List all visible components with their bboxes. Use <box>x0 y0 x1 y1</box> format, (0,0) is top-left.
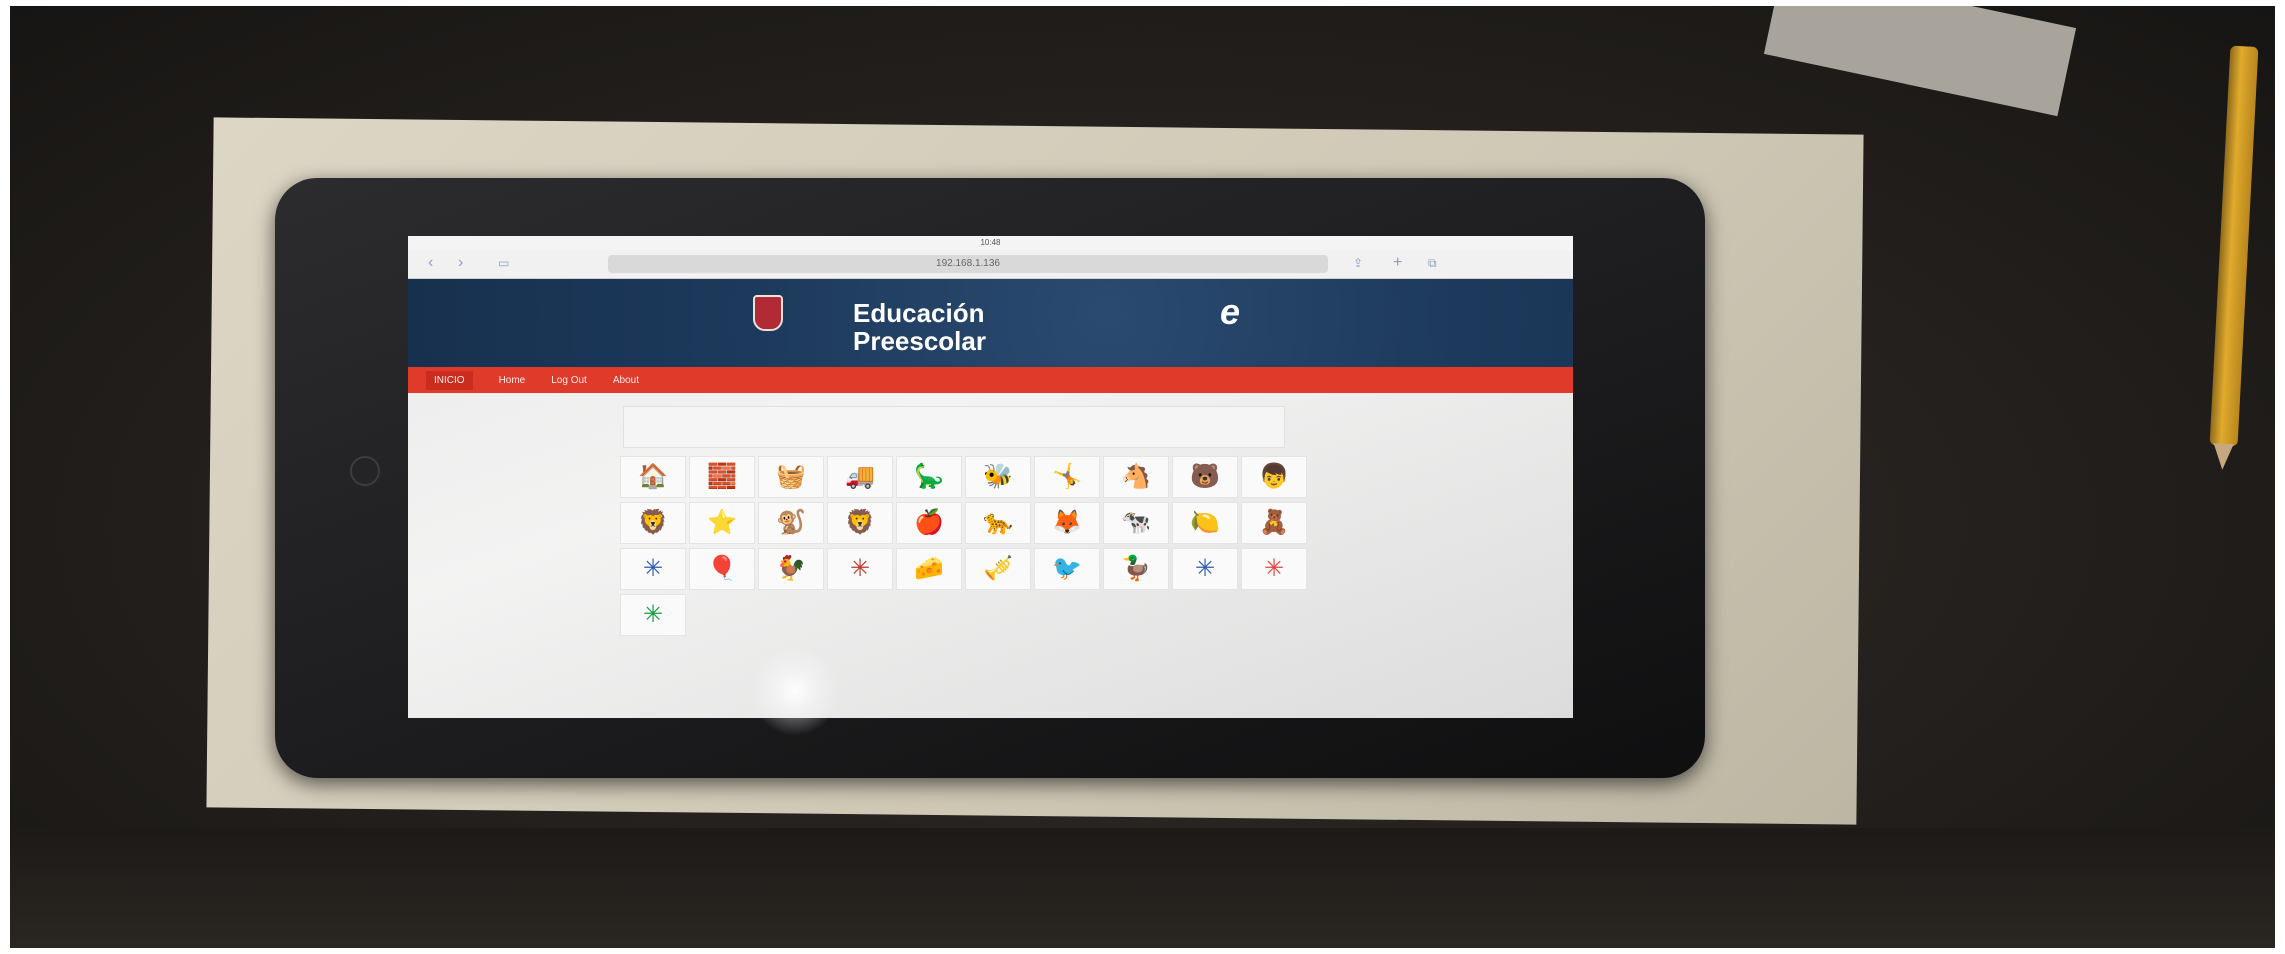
picture-tile[interactable]: 🧀 <box>896 548 962 590</box>
status-time: 10:48 <box>980 238 1001 247</box>
picture-tile[interactable]: 🐻 <box>1172 456 1238 498</box>
add-tab-icon[interactable]: + <box>1393 255 1402 271</box>
picture-tile[interactable]: 🦊 <box>1034 502 1100 544</box>
background-paper <box>1763 6 2077 117</box>
nav-item-about[interactable]: About <box>613 375 639 386</box>
picture-tile[interactable]: 🦁 <box>827 502 893 544</box>
e-logo: e <box>1220 291 1241 332</box>
chevron-right-icon[interactable]: › <box>458 255 463 271</box>
picture-tile[interactable]: 🍋 <box>1172 502 1238 544</box>
bookmarks-icon[interactable]: ▭ <box>498 255 509 271</box>
light-glare <box>750 646 840 736</box>
picture-tile[interactable]: ✳ <box>1241 548 1307 590</box>
photo-scene: 10:48 ‹ › ▭ 192.168.1.136 ⇪ + ⧉ Educació… <box>10 6 2275 948</box>
picture-tile[interactable]: 🐓 <box>758 548 824 590</box>
picture-tile[interactable]: 🍎 <box>896 502 962 544</box>
site-title: Educación Preescolar <box>853 299 986 355</box>
tabs-icon[interactable]: ⧉ <box>1428 255 1437 271</box>
tablet-screen: 10:48 ‹ › ▭ 192.168.1.136 ⇪ + ⧉ Educació… <box>408 236 1573 718</box>
share-icon[interactable]: ⇪ <box>1353 255 1363 271</box>
picture-tile[interactable]: 🎺 <box>965 548 1031 590</box>
chevron-left-icon[interactable]: ‹ <box>428 255 433 271</box>
site-header: Educación Preescolar e <box>408 279 1573 367</box>
picture-tile[interactable]: ✳ <box>1172 548 1238 590</box>
picture-tile[interactable]: ✳ <box>620 548 686 590</box>
nav-item-home[interactable]: Home <box>499 375 526 386</box>
picture-tile[interactable]: 🚚 <box>827 456 893 498</box>
picture-tile[interactable]: 🏠 <box>620 456 686 498</box>
picture-tile[interactable]: 🐴 <box>1103 456 1169 498</box>
crest-logo <box>753 295 783 331</box>
picture-tile[interactable]: 🦁 <box>620 502 686 544</box>
content-input-box[interactable] <box>623 406 1285 448</box>
address-bar[interactable]: 192.168.1.136 <box>608 255 1328 273</box>
home-button[interactable] <box>350 456 380 486</box>
picture-tile[interactable]: ✳ <box>620 594 686 636</box>
picture-tile[interactable]: 🎈 <box>689 548 755 590</box>
status-bar: 10:48 <box>408 236 1573 250</box>
nav-item-inicio[interactable]: INICIO <box>426 370 473 390</box>
picture-tile[interactable]: 🧸 <box>1241 502 1307 544</box>
picture-tile[interactable]: 🦕 <box>896 456 962 498</box>
picture-tile[interactable]: 👦 <box>1241 456 1307 498</box>
picture-tile[interactable]: 🧱 <box>689 456 755 498</box>
picture-tile[interactable]: 🐒 <box>758 502 824 544</box>
floor <box>10 828 2275 948</box>
picture-tile[interactable]: ⭐ <box>689 502 755 544</box>
pencil <box>2209 45 2259 447</box>
picture-tile[interactable]: 🐝 <box>965 456 1031 498</box>
picture-tile[interactable]: 🤸 <box>1034 456 1100 498</box>
picture-tile[interactable]: 🐦 <box>1034 548 1100 590</box>
picture-tile[interactable]: 🐄 <box>1103 502 1169 544</box>
picture-tile[interactable]: 🧺 <box>758 456 824 498</box>
nav-item-logout[interactable]: Log Out <box>551 375 587 386</box>
browser-toolbar: ‹ › ▭ 192.168.1.136 ⇪ + ⧉ <box>408 250 1573 279</box>
site-title-line2: Preescolar <box>853 326 986 356</box>
picture-tile[interactable]: 🐆 <box>965 502 1031 544</box>
site-title-line1: Educación <box>853 298 985 328</box>
picture-tile[interactable]: 🦆 <box>1103 548 1169 590</box>
main-nav: INICIO Home Log Out About <box>408 367 1573 393</box>
picture-tile[interactable]: ✳ <box>827 548 893 590</box>
